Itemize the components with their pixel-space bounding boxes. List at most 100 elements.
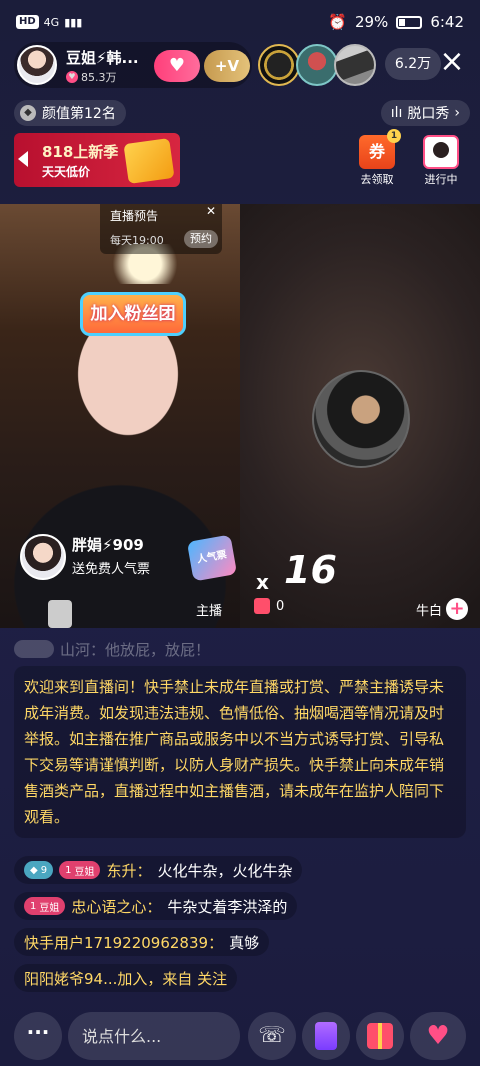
plus-icon[interactable]: + <box>446 598 469 620</box>
phone-icon: ☏ <box>258 1023 286 1048</box>
level-badge: ◆ 9 <box>24 861 54 879</box>
ongoing-label: 进行中 <box>424 173 458 186</box>
rank-icon: ◆ <box>20 105 36 121</box>
live-preview[interactable]: 直播预告 ✕ 每天19:00 预约 <box>100 204 222 254</box>
call-button[interactable]: ☏ <box>248 1012 296 1060</box>
chat-text: 真够 <box>229 933 260 952</box>
video-area[interactable]: 直播预告 ✕ 每天19:00 预约 加入粉丝团 胖娟⚡909 送免费人气票 人气… <box>0 204 480 628</box>
guest-card[interactable]: 胖娟⚡909 送免费人气票 <box>20 534 190 580</box>
coupon-icon-text: 券 <box>368 142 385 161</box>
viewer-count[interactable]: 6.2万 <box>385 48 441 80</box>
watch <box>48 600 72 628</box>
preview-title: 直播预告 <box>110 209 159 223</box>
card-button[interactable] <box>302 1012 350 1060</box>
guest2-name-tag[interactable]: 牛白 + <box>416 598 469 620</box>
viewer-avatar[interactable] <box>334 44 376 86</box>
chat-message[interactable]: 快手用户1719220962839： 真够 <box>14 928 270 956</box>
chat-join-notice: 阳阳姥爷94...加入，来自 关注 <box>24 969 228 988</box>
join-fan-club-badge[interactable]: 加入粉丝团 <box>80 292 186 336</box>
guest-name: 胖娟⚡909 <box>72 536 144 554</box>
gift-button[interactable] <box>356 1012 404 1060</box>
host-likes-count: 85.3万 <box>81 71 117 84</box>
preview-time: 每天19:00 <box>110 234 164 247</box>
chat-message[interactable]: ◆ 9 1 豆姐 东升： 火化牛杂，火化牛杂 <box>14 856 303 884</box>
guest-avatar[interactable] <box>20 534 66 580</box>
guest2-name: 牛白 <box>416 603 443 619</box>
chat-message[interactable]: 阳阳姥爷94...加入，来自 关注 <box>14 964 238 992</box>
promo-subtitle: 天天低价 <box>42 165 91 179</box>
fan-badge: 1 豆姐 <box>59 861 101 879</box>
host-bar: 豆姐⚡韩... ♥ 85.3万 ♥ +V 6.2万 <box>14 42 441 88</box>
viewer-avatar[interactable] <box>258 44 300 86</box>
host-likes: ♥ 85.3万 <box>66 69 117 85</box>
host-info[interactable]: 豆姐⚡韩... ♥ 85.3万 ♥ +V <box>14 42 252 88</box>
rank-chip[interactable]: ◆ 颜值第12名 <box>14 100 126 126</box>
top-viewers <box>258 44 376 86</box>
coupon-badge: 1 <box>387 129 401 143</box>
category-label: 脱口秀 <box>407 106 450 122</box>
like-button[interactable]: ♥ <box>410 1012 466 1060</box>
status-right: ⏰ 29% 6:42 <box>328 13 464 31</box>
chat-username[interactable]: 忠心语之心： <box>71 896 161 917</box>
viewer-avatar[interactable] <box>296 44 338 86</box>
coupon-label: 去领取 <box>360 173 394 186</box>
pk-count: 16 <box>284 548 337 592</box>
bar-chart-icon: ılı <box>390 105 403 121</box>
system-notice: 欢迎来到直播间！快手禁止未成年直播或打赏、严禁主播诱导未成年消费。如发现违法违规… <box>14 666 466 838</box>
vip-button[interactable]: +V <box>204 50 250 82</box>
ongoing-button[interactable]: 进行中 <box>416 135 466 187</box>
hd-indicator: HD <box>16 15 39 29</box>
level-badge <box>14 640 54 658</box>
popularity-ticket-badge[interactable]: 人气票 <box>186 534 238 582</box>
chat-text: 火化牛杂，火化牛杂 <box>157 861 293 880</box>
battery-percent: 29% <box>354 13 389 31</box>
network-indicator: 4G <box>43 15 60 29</box>
heart-icon: ♥ <box>66 71 78 83</box>
host-video[interactable]: 直播预告 ✕ 每天19:00 预约 加入粉丝团 胖娟⚡909 送免费人气票 人气… <box>0 204 240 628</box>
status-bar: HD 4G ▮▮▮ ⏰ 29% 6:42 <box>0 0 480 44</box>
chat-faded-message: 山河：他放屁，放屁！ <box>14 636 210 662</box>
bottom-bar: ··· ☏ ♥ <box>0 1008 480 1060</box>
close-icon[interactable]: × <box>438 47 466 77</box>
gift-icon <box>367 1023 393 1049</box>
battery-icon <box>396 15 423 29</box>
chat-message[interactable]: 1 豆姐 忠心语之心： 牛杂丈着李洪泽的 <box>14 892 298 920</box>
close-icon[interactable]: ✕ <box>206 204 216 218</box>
card-icon <box>315 1022 337 1050</box>
gift-count: 0 <box>254 598 284 614</box>
ongoing-avatar-icon <box>423 135 459 169</box>
gift-count-value: 0 <box>276 598 285 614</box>
follow-button[interactable]: ♥ <box>154 50 200 82</box>
host-label: 主播 <box>196 604 223 619</box>
status-left: HD 4G ▮▮▮ <box>16 15 82 29</box>
diamond-icon: ◆ <box>30 864 38 876</box>
arrow-left-icon <box>18 151 28 167</box>
chat-text: 牛杂丈着李洪泽的 <box>167 897 288 916</box>
comment-input[interactable] <box>68 1012 240 1060</box>
guest-subtitle: 送免费人气票 <box>72 562 151 577</box>
host-avatar[interactable] <box>17 45 57 85</box>
chat-username[interactable]: 东升： <box>106 860 151 881</box>
alarm-icon: ⏰ <box>328 13 347 31</box>
heart-plus-icon: ♥ <box>426 1021 450 1051</box>
clock: 6:42 <box>430 13 464 31</box>
gift-icon <box>254 598 270 614</box>
coupon-button[interactable]: 券 1 去领取 <box>354 129 401 187</box>
chevron-right-icon: › <box>454 105 460 121</box>
reserve-button[interactable]: 预约 <box>184 230 218 248</box>
promo-title: 818上新季 <box>42 143 119 161</box>
rank-label: 颜值第12名 <box>42 106 116 122</box>
category-chip[interactable]: ılı 脱口秀 › <box>380 100 470 126</box>
plus-heart-icon: ♥ <box>168 55 186 76</box>
promo-banner[interactable]: 818上新季 天天低价 <box>14 133 180 187</box>
coupon-icon: 券 1 <box>359 129 401 169</box>
signal-icon: ▮▮▮ <box>64 15 83 29</box>
fan-badge: 1 豆姐 <box>24 897 66 915</box>
gift-box-image <box>123 137 175 185</box>
guest2-avatar[interactable] <box>312 370 410 468</box>
host-name[interactable]: 豆姐⚡韩... <box>66 47 139 68</box>
more-button[interactable]: ··· <box>14 1012 62 1060</box>
faded-text: 山河：他放屁，放屁！ <box>60 640 211 659</box>
multiply-mark: x <box>256 570 269 594</box>
chat-username[interactable]: 快手用户1719220962839： <box>24 932 223 953</box>
